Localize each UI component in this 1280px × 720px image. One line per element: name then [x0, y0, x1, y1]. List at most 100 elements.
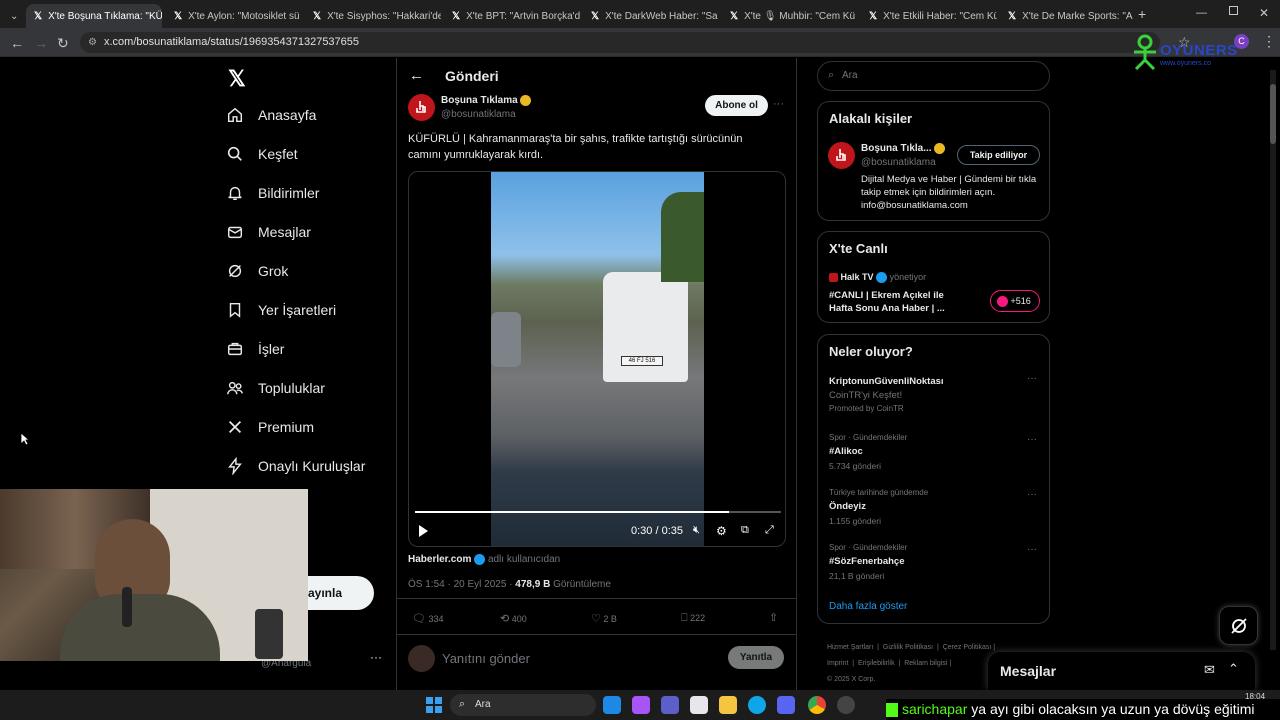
author-avatar[interactable] — [408, 94, 435, 121]
scrollbar-thumb[interactable] — [1270, 84, 1276, 144]
nav-item-messages[interactable]: Mesajlar — [226, 223, 311, 241]
x-logo-icon[interactable]: 𝕏 — [228, 66, 246, 92]
video-progress-track[interactable] — [415, 511, 781, 513]
site-info-icon[interactable]: ⚙ — [88, 32, 97, 53]
footer-link[interactable]: Erişilebilirlik — [858, 660, 895, 667]
back-icon[interactable]: ← — [10, 35, 24, 51]
show-more-link[interactable]: Daha fazla göster — [829, 601, 907, 612]
browser-tab-active[interactable]: 𝕏X'te Boşuna Tıklama: "KÜ✕ — [26, 4, 162, 28]
subscribe-button[interactable]: Abone ol — [705, 95, 768, 116]
new-tab-icon[interactable]: + — [1138, 6, 1146, 22]
reply-action[interactable]: 🗨︎ 334 — [412, 612, 444, 625]
footer-link[interactable]: Reklam bilgisi — [904, 660, 947, 667]
reply-input[interactable]: Yanıtını gönder — [442, 651, 530, 666]
nav-item-explore[interactable]: Keşfet — [226, 145, 298, 163]
taskbar-app-icon[interactable] — [661, 696, 679, 714]
nav-item-communities[interactable]: Topluluklar — [226, 379, 325, 397]
nav-item-bookmarks[interactable]: Yer İşaretleri — [226, 301, 336, 319]
browser-tab[interactable]: 𝕏X'te 🎙 Muhbir: "Cem Kü✕ — [722, 4, 858, 28]
taskbar-app-icon[interactable] — [837, 696, 855, 714]
browser-tab[interactable]: 𝕏X'te Etkili Haber: "Cem Kü✕ — [861, 4, 997, 28]
taskbar-app-icon[interactable] — [690, 696, 708, 714]
author-name-row[interactable]: Boşuna Tıklama — [441, 95, 532, 106]
video-time: 0:30 / 0:35 — [631, 525, 683, 537]
post-more-icon[interactable]: ··· — [773, 98, 784, 110]
reload-icon[interactable]: ↻ — [57, 35, 69, 52]
nav-item-home[interactable]: Anasayfa — [226, 106, 316, 124]
browser-tab[interactable]: 𝕏X'te Sisyphos: "Hakkari'de✕ — [305, 4, 441, 28]
trend-item[interactable]: Spor · Gündemdekiler #SözFenerbahçe 21,1… — [829, 543, 1039, 581]
trend-item[interactable]: Türkiye tarihinde gündemde Öndeyiz 1.155… — [829, 488, 1039, 526]
source-name[interactable]: Haberler.com — [408, 554, 471, 565]
new-message-icon[interactable]: ✉ — [1204, 662, 1215, 678]
account-menu-icon[interactable]: ··· — [370, 650, 382, 664]
mail-icon — [227, 226, 243, 239]
taskbar-app-icon[interactable] — [632, 696, 650, 714]
grok-float-button[interactable] — [1219, 606, 1258, 645]
mute-icon[interactable]: 🔇︎ — [693, 524, 700, 537]
share-icon[interactable]: ⇧ — [769, 611, 778, 624]
live-host-row[interactable]: Halk TV yönetiyor — [829, 272, 926, 284]
nav-item-jobs[interactable]: İşler — [226, 340, 284, 358]
forward-icon[interactable]: → — [34, 35, 48, 51]
chrome-icon[interactable] — [808, 696, 826, 714]
trend-more-icon[interactable]: ··· — [1027, 373, 1037, 384]
windows-start-icon[interactable] — [426, 697, 442, 713]
browser-tab-bar: ⌄ 𝕏 X'te Boşuna Tıklama: "KÜ ✕ 𝕏 X'te Aylon… — [0, 0, 1280, 28]
messages-drawer[interactable]: Mesajlar ✉ ⌃ — [988, 652, 1255, 690]
maximize-icon[interactable] — [1229, 6, 1238, 15]
video-player[interactable]: 46 FJ 516 0:30 / 0:35 🔇︎ ⚙ ⧉ ⤢ — [408, 171, 786, 547]
footer-link[interactable]: Gizlilik Politikası — [883, 644, 933, 651]
footer-link[interactable]: Çerez Politikası — [943, 644, 992, 651]
related-name-row[interactable]: Boşuna Tıkla... — [861, 143, 946, 154]
footer-link[interactable]: Imprint — [827, 660, 848, 667]
pip-icon[interactable]: ⧉ — [741, 524, 749, 537]
nav-item-grok[interactable]: Grok — [226, 262, 288, 280]
bookmark-action[interactable]: ⎕ 222 — [681, 612, 705, 625]
url-field[interactable]: ⚙ x.com/bosunatiklama/status/19693543713… — [80, 32, 1160, 53]
nav-item-notifications[interactable]: Bildirimler — [226, 184, 319, 202]
tab-title: X'te DarkWeb Haber: "Sa — [605, 10, 718, 22]
nav-item-premium[interactable]: Premium — [226, 418, 314, 436]
related-handle[interactable]: @bosunatiklama — [861, 157, 936, 168]
post-timestamp[interactable]: ÖS 1:54 · 20 Eyl 2025 · — [408, 579, 513, 590]
footer-link[interactable]: Hizmet Şartları — [827, 644, 873, 651]
trend-more-icon[interactable]: ··· — [1027, 544, 1037, 555]
reply-count: 334 — [428, 614, 444, 624]
page-scrollbar[interactable] — [1270, 70, 1276, 650]
settings-icon[interactable]: ⚙ — [716, 524, 727, 538]
following-button[interactable]: Takip ediliyor — [957, 145, 1040, 165]
trend-more-icon[interactable]: ··· — [1027, 489, 1037, 500]
trend-item[interactable]: Spor · Gündemdekiler #Alikoc 5.734 gönde… — [829, 433, 1039, 471]
live-text[interactable]: #CANLI | Ekrem Açıkel ile Hafta Sonu Ana… — [829, 289, 959, 315]
browser-menu-icon[interactable]: ⋮ — [1262, 33, 1276, 50]
x-favicon-icon: 𝕏 — [313, 10, 322, 22]
browser-tab[interactable]: 𝕏X'te BPT: "Artvin Borçka'd✕ — [444, 4, 580, 28]
nav-item-verified-orgs[interactable]: Onaylı Kuruluşlar — [226, 457, 365, 475]
hand-pointer-icon — [836, 149, 846, 161]
minimize-icon[interactable]: — — [1196, 7, 1207, 19]
trend-more-icon[interactable]: ··· — [1027, 434, 1037, 445]
related-avatar[interactable] — [828, 142, 855, 169]
browser-tab[interactable]: 𝕏X'te DarkWeb Haber: "Sa✕ — [583, 4, 719, 28]
author-handle[interactable]: @bosunatiklama — [441, 109, 516, 120]
live-listeners[interactable]: +516 — [990, 290, 1040, 312]
back-arrow-icon[interactable]: ← — [409, 67, 424, 84]
window-close-icon[interactable]: ✕ — [1259, 6, 1269, 20]
play-icon[interactable] — [419, 525, 428, 537]
repost-action[interactable]: ⟲ 400 — [500, 612, 527, 625]
expand-up-icon[interactable]: ⌃ — [1228, 661, 1239, 677]
tab-search-button[interactable]: ⌄ — [2, 4, 24, 28]
like-action[interactable]: ♡ 2 B — [591, 612, 617, 625]
browser-tab[interactable]: 𝕏X'te De Marke Sports: "A✕ — [1000, 4, 1136, 28]
file-explorer-icon[interactable] — [719, 696, 737, 714]
search-input[interactable]: ⌕ Ara — [817, 61, 1050, 91]
browser-tab[interactable]: 𝕏X'te Aylon: "Motosiklet sü✕ — [166, 4, 302, 28]
reply-button[interactable]: Yanıtla — [728, 646, 784, 669]
discord-icon[interactable] — [777, 696, 795, 714]
edge-icon[interactable] — [748, 696, 766, 714]
taskbar-app-icon[interactable] — [603, 696, 621, 714]
trend-item[interactable]: KriptonunGüvenliNoktası CoinTR'yi Keşfet… — [829, 376, 1039, 413]
taskbar-search[interactable]: ⌕ Ara — [450, 694, 596, 716]
fullscreen-icon[interactable]: ⤢ — [765, 524, 774, 537]
